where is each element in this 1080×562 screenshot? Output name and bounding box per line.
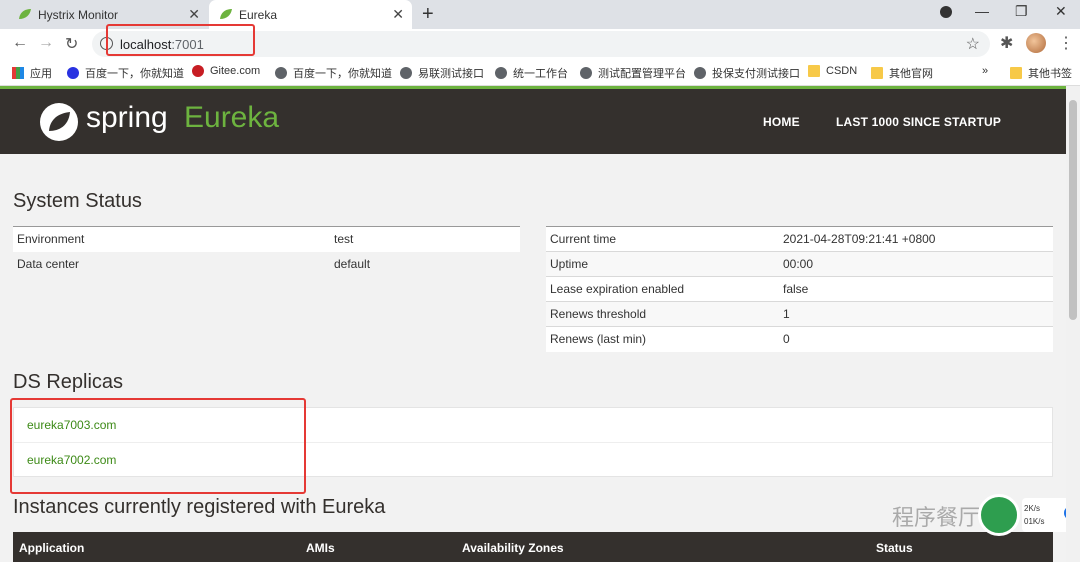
bookmark-apps[interactable]: 应用	[12, 65, 52, 81]
row-value: test	[330, 226, 520, 252]
menu-icon[interactable]: ⋮	[1058, 33, 1074, 53]
url-highlight-box	[106, 24, 255, 56]
network-monitor-badge[interactable]	[978, 494, 1020, 536]
bookmark-yilian[interactable]: 易联测试接口	[400, 65, 484, 81]
spring-leaf-icon	[220, 9, 232, 19]
row-label: Data center	[17, 257, 80, 271]
gitee-icon	[192, 65, 204, 77]
bookmark-config[interactable]: 测试配置管理平台	[580, 65, 686, 81]
watermark-text: 程序餐厅	[892, 506, 981, 531]
bookmark-star-icon[interactable]: ☆	[966, 34, 980, 54]
eureka-navbar: spring Eureka HOME LAST 1000 SINCE START…	[0, 86, 1066, 154]
instances-title: Instances currently registered with Eure…	[13, 496, 386, 518]
row-label: Environment	[13, 226, 330, 252]
globe-icon	[694, 67, 706, 79]
new-tab-icon[interactable]: +	[422, 3, 434, 26]
system-status-left-table: Environment test Data center default	[13, 226, 520, 277]
col-availability-zones: Availability Zones	[462, 541, 564, 555]
logo-eureka-text: Eureka	[184, 101, 280, 134]
table-row: Renews threshold 1	[546, 301, 1053, 327]
row-label: Lease expiration enabled	[546, 276, 779, 302]
close-tab-icon[interactable]: ✕	[392, 6, 404, 23]
col-amis: AMIs	[306, 541, 335, 555]
folder-icon	[808, 65, 820, 77]
tab-title: Eureka	[239, 8, 278, 22]
row-label: Renews (last min)	[546, 326, 779, 352]
row-label: Uptime	[546, 251, 779, 277]
bookmark-workbench[interactable]: 统一工作台	[495, 65, 568, 81]
bookmark-baidu[interactable]: 百度一下，你就知道	[67, 65, 184, 81]
table-row: Data center default	[13, 252, 520, 277]
row-label: Renews threshold	[546, 301, 779, 327]
table-row: Environment test	[13, 226, 520, 252]
ds-replicas-title: DS Replicas	[13, 371, 124, 393]
extensions-icon[interactable]: ✱	[1000, 33, 1013, 53]
globe-icon	[580, 67, 592, 79]
spring-leaf-icon	[49, 112, 70, 131]
table-row: Uptime 00:00	[546, 251, 1053, 277]
bookmark-other[interactable]: 其他书签	[1010, 65, 1072, 81]
restore-icon[interactable]: ❐	[1015, 3, 1028, 20]
page-scrollbar[interactable]	[1066, 86, 1080, 562]
bookmark-official[interactable]: 其他官网	[871, 65, 933, 81]
row-value: 2021-04-28T09:21:41 +0800	[779, 226, 1053, 252]
bookmarks-bar: 应用 百度一下，你就知道 Gitee.com 百度一下，你就知道 易联测试接口 …	[0, 59, 1080, 86]
baidu-icon	[67, 67, 79, 79]
system-status-title: System Status	[13, 190, 142, 212]
globe-icon	[495, 67, 507, 79]
folder-icon	[871, 67, 883, 79]
back-icon[interactable]: ←	[12, 34, 28, 52]
avatar[interactable]	[1026, 33, 1046, 53]
table-row: Lease expiration enabled false	[546, 276, 1053, 302]
profile-menu-icon[interactable]	[940, 6, 952, 18]
row-value: false	[779, 276, 1053, 302]
globe-icon	[275, 67, 287, 79]
bookmarks-overflow-icon[interactable]: »	[982, 65, 988, 77]
folder-icon	[1010, 67, 1022, 79]
row-value: 0	[779, 326, 1053, 352]
forward-icon[interactable]: →	[38, 34, 54, 52]
logo-spring-text: spring	[86, 101, 168, 134]
bookmark-baidu-2[interactable]: 百度一下，你就知道	[275, 65, 392, 81]
eureka-page: spring Eureka HOME LAST 1000 SINCE START…	[0, 86, 1080, 562]
col-application: Application	[19, 541, 85, 555]
bookmark-payment[interactable]: 投保支付测试接口	[694, 65, 800, 81]
row-value: 00:00	[779, 251, 1053, 277]
close-window-icon[interactable]: ✕	[1055, 3, 1067, 20]
table-row: Current time 2021-04-28T09:21:41 +0800	[546, 226, 1053, 252]
instances-table-header: Application AMIs Availability Zones Stat…	[13, 532, 1053, 562]
spring-leaf-icon	[19, 9, 31, 19]
close-tab-icon[interactable]: ✕	[188, 6, 200, 23]
globe-icon	[400, 67, 412, 79]
scrollbar-thumb[interactable]	[1069, 100, 1077, 320]
nav-last-1000-link[interactable]: LAST 1000 SINCE STARTUP	[836, 115, 1001, 129]
spring-logo-icon[interactable]	[40, 103, 78, 141]
row-value: default	[334, 257, 371, 271]
table-row: Renews (last min) 0	[546, 326, 1053, 352]
tab-title: Hystrix Monitor	[38, 8, 119, 22]
minimize-icon[interactable]: —	[975, 3, 989, 19]
reload-icon[interactable]: ↻	[65, 34, 78, 54]
bookmark-csdn[interactable]: CSDN	[808, 65, 857, 77]
col-status: Status	[876, 541, 913, 555]
row-label: Current time	[546, 226, 779, 252]
nav-home-link[interactable]: HOME	[763, 115, 800, 129]
bookmark-gitee[interactable]: Gitee.com	[192, 65, 260, 77]
replicas-highlight-box	[10, 398, 306, 494]
apps-icon	[12, 67, 24, 79]
system-status-right-table: Current time 2021-04-28T09:21:41 +0800 U…	[546, 226, 1053, 352]
row-value: 1	[779, 301, 1053, 327]
